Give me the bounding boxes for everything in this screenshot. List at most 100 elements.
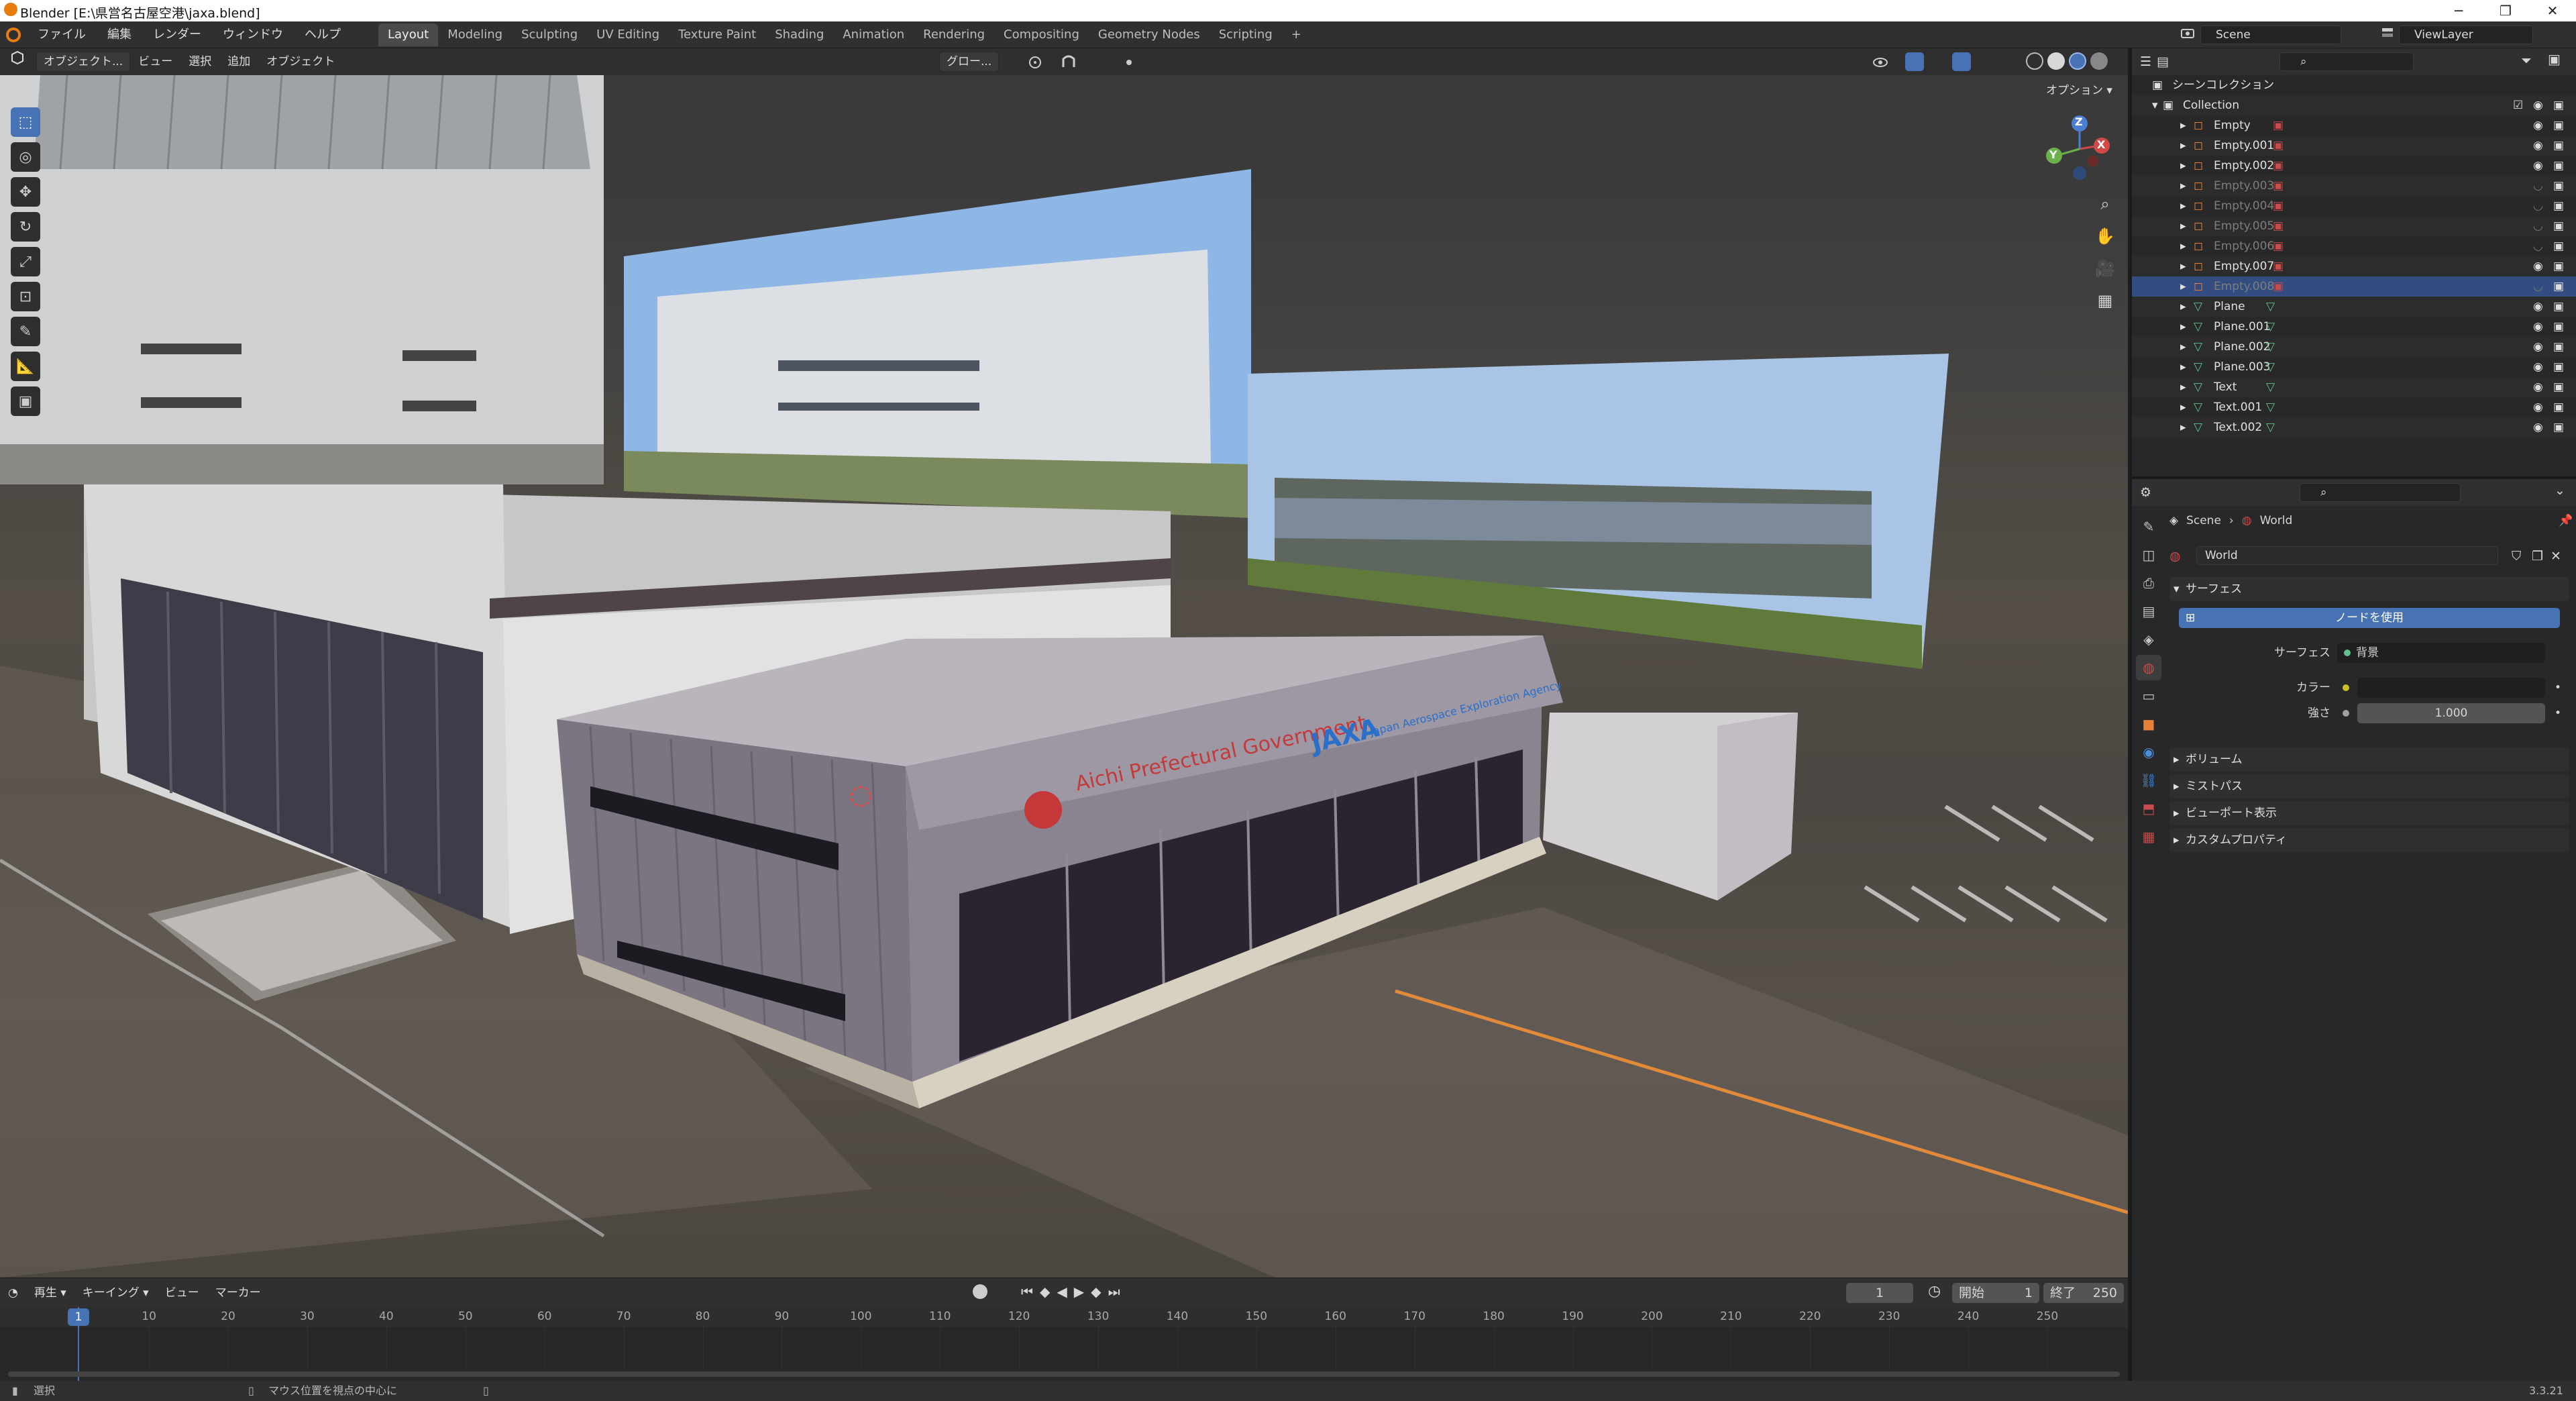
outliner-editor-type-icon[interactable]: ☰ [2140,54,2151,69]
expand-arrow-icon[interactable]: ▸ [2180,176,2186,196]
jump-end-icon[interactable]: ⏭ [1108,1284,1120,1300]
collapse-arrow-icon[interactable]: ▾ [2152,95,2158,115]
eye-icon[interactable]: ◉ [2533,337,2543,357]
camera-render-icon[interactable]: ▣ [2553,95,2564,115]
editor-type-button[interactable] [0,48,36,75]
close-button[interactable]: ✕ [2529,0,2576,21]
color-swatch[interactable] [2357,678,2545,698]
scene-selector[interactable]: Scene [2200,25,2341,44]
eye-icon[interactable]: ◡ [2533,216,2543,236]
timeline-scrollbar[interactable] [8,1371,2120,1377]
collapsed-panel-header[interactable]: ▸ ミストパス [2169,774,2569,798]
gizmo-toggle-icon[interactable] [1905,52,1924,71]
menu-add[interactable]: 追加 [219,48,258,75]
expand-arrow-icon[interactable]: ▸ [2180,276,2186,297]
cursor-tool-icon[interactable]: ◎ [11,142,40,172]
eye-icon[interactable]: ◉ [2533,136,2543,156]
surface-panel-header[interactable]: ▾ サーフェス [2169,577,2569,601]
eye-icon[interactable]: ◉ [2533,115,2543,136]
annotate-tool-icon[interactable]: ✎ [11,317,40,346]
outliner-row[interactable]: ▸ ◻ Empty.008 ▣ ◡ ▣ [2132,276,2576,297]
overlay-toggle-icon[interactable] [1952,52,1971,71]
outliner-row-label[interactable]: Empty.005 [2214,216,2274,236]
visibility-eye-icon[interactable] [1872,54,1889,71]
timeline-menu-keying[interactable]: キーイング ▾ [74,1280,157,1306]
viewport-options-button[interactable]: オプション ▾ [2046,81,2112,97]
eye-icon[interactable]: ◉ [2533,377,2543,397]
camera-render-icon[interactable]: ▣ [2553,236,2564,256]
expand-arrow-icon[interactable]: ▸ [2180,357,2186,377]
view-layer-tab-icon[interactable]: ▤ [2136,599,2161,624]
end-frame-field[interactable]: 終了 250 [2043,1283,2124,1303]
eye-icon[interactable]: ◉ [2533,417,2543,437]
jump-keyframe-back-icon[interactable]: ◆ [1040,1284,1050,1300]
world-name-field[interactable]: World [2196,546,2498,565]
snap-icon[interactable] [1060,54,1077,71]
tab-shading[interactable]: Shading [765,23,833,46]
outliner-row-label[interactable]: Plane.002 [2214,337,2270,357]
scale-tool-icon[interactable]: ⤢ [11,247,40,276]
strength-field[interactable]: 1.000 [2357,703,2545,723]
eye-icon[interactable]: ◉ [2533,156,2543,176]
timeline-menu-playback[interactable]: 再生 ▾ [26,1280,74,1306]
camera-render-icon[interactable]: ▣ [2553,176,2564,196]
outliner-row[interactable]: ▸ ◻ Empty.006 ▣ ◡ ▣ [2132,236,2576,256]
outliner-row-label[interactable]: Empty.007 [2214,256,2274,276]
blender-menu-button[interactable] [0,21,27,48]
camera-render-icon[interactable]: ▣ [2553,417,2564,437]
camera-render-icon[interactable]: ▣ [2553,297,2564,317]
outliner-row-label[interactable]: Empty.001 [2214,136,2274,156]
outliner-row-label[interactable]: Plane.003 [2214,357,2270,377]
camera-render-icon[interactable]: ▣ [2553,377,2564,397]
menu-edit[interactable]: 編集 [97,21,142,48]
outliner-row-label[interactable]: Text.002 [2214,417,2262,437]
expand-arrow-icon[interactable]: ▸ [2180,397,2186,417]
properties-editor-type-icon[interactable]: ⚙ [2140,485,2151,500]
camera-render-icon[interactable]: ▣ [2553,317,2564,337]
outliner-row[interactable]: ▸ ◻ Empty.003 ▣ ◡ ▣ [2132,176,2576,196]
jump-keyframe-forward-icon[interactable]: ◆ [1091,1284,1101,1300]
menu-select[interactable]: 選択 [180,48,219,75]
exclude-checkbox-icon[interactable]: ☑ [2513,95,2523,115]
minimize-button[interactable]: ─ [2435,0,2482,21]
collapsed-panel-header[interactable]: ▸ ビューポート表示 [2169,801,2569,825]
tab-compositing[interactable]: Compositing [994,23,1089,46]
menu-view[interactable]: ビュー [130,48,180,75]
3d-viewport[interactable]: Aichi Prefectural Government JAXA Japan … [0,48,2128,1278]
tab-texture-paint[interactable]: Texture Paint [669,23,765,46]
zoom-icon[interactable]: ⌕ [2090,189,2120,219]
timeline-menu-view[interactable]: ビュー [157,1280,207,1306]
eye-icon[interactable]: ◉ [2533,95,2543,115]
world-tab-icon[interactable]: ◍ [2136,655,2161,680]
color-keyframe-icon[interactable]: • [2555,678,2561,698]
eye-icon[interactable]: ◉ [2533,357,2543,377]
tab-uv-editing[interactable]: UV Editing [587,23,669,46]
outliner-row-label[interactable]: Text [2214,377,2237,397]
data-tab-icon[interactable]: ⬒ [2136,796,2161,821]
transform-tool-icon[interactable]: ⊡ [11,282,40,311]
jump-start-icon[interactable]: ⏮ [1021,1284,1033,1300]
material-shading-icon[interactable] [2069,52,2086,70]
scene-tab-icon[interactable]: ◈ [2136,627,2161,652]
timeline-menu-marker[interactable]: マーカー [207,1280,269,1306]
camera-render-icon[interactable]: ▣ [2553,256,2564,276]
expand-arrow-icon[interactable]: ▸ [2180,236,2186,256]
grid-perspective-icon[interactable]: ▦ [2090,286,2120,315]
camera-render-icon[interactable]: ▣ [2553,156,2564,176]
start-frame-field[interactable]: 開始 1 [1952,1283,2039,1303]
eye-icon[interactable]: ◉ [2533,256,2543,276]
timeline-editor-type-icon[interactable]: ◔ [0,1280,26,1306]
move-tool-icon[interactable]: ✥ [11,177,40,207]
rendered-shading-icon[interactable] [2090,52,2108,70]
outliner-row-label[interactable]: Plane [2214,297,2245,317]
eye-icon[interactable]: ◉ [2533,317,2543,337]
record-icon[interactable] [973,1284,987,1299]
camera-render-icon[interactable]: ▣ [2553,216,2564,236]
menu-file[interactable]: ファイル [27,21,97,48]
tab-layout[interactable]: Layout [378,23,439,46]
rotate-tool-icon[interactable]: ↻ [11,212,40,242]
new-collection-icon[interactable]: ▣ [2548,51,2561,67]
transform-orientation-dropdown[interactable]: グロー... [939,52,1000,72]
unlink-icon[interactable]: ✕ [2551,549,2561,564]
play-reverse-icon[interactable]: ◀ [1057,1284,1067,1300]
